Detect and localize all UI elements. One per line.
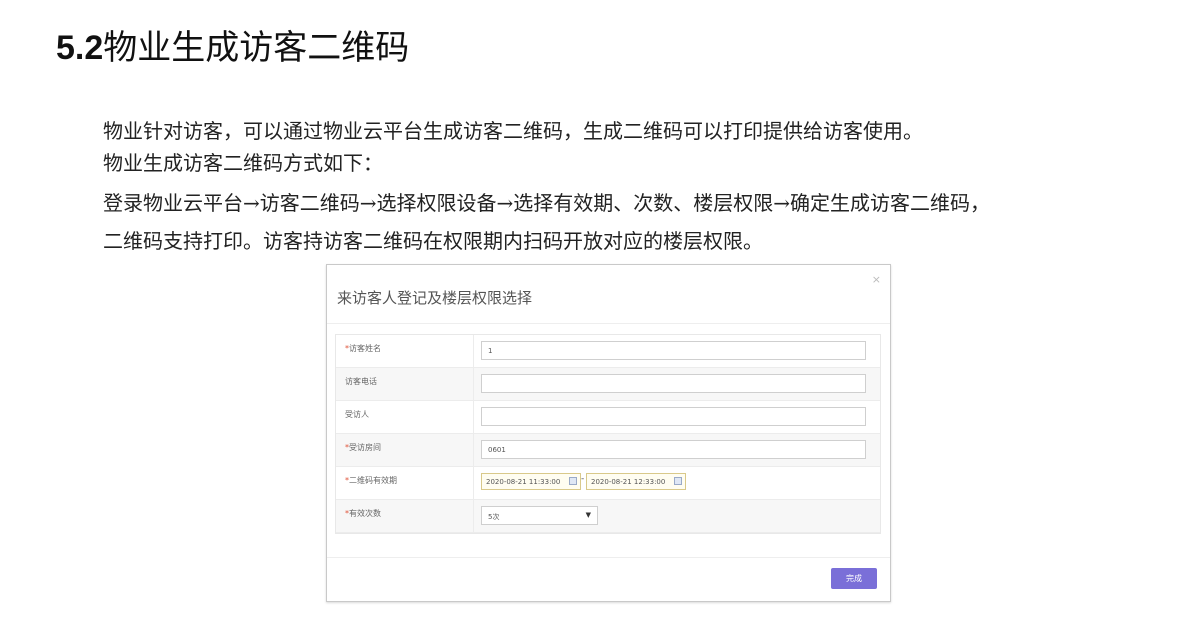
count-select[interactable]: 5次 ▼ <box>481 506 598 525</box>
field-label: 访客电话 <box>336 368 474 400</box>
field-label: *二维码有效期 <box>336 467 474 499</box>
close-icon[interactable]: × <box>872 273 881 286</box>
end-date-input[interactable]: 2020-08-21 12:33:00 <box>586 473 686 490</box>
field-label: 受访人 <box>336 401 474 433</box>
start-date-input[interactable]: 2020-08-21 11:33:00 <box>481 473 581 490</box>
room-input[interactable]: 0601 <box>481 440 866 459</box>
visitor-name-input[interactable]: 1 <box>481 341 866 360</box>
visitor-phone-input[interactable] <box>481 374 866 393</box>
done-button[interactable]: 完成 <box>831 568 877 589</box>
section-number: 5.2 <box>56 29 104 67</box>
calendar-icon[interactable] <box>674 477 682 485</box>
divider <box>327 557 890 558</box>
paragraph-3: 登录物业云平台→访客二维码→选择权限设备→选择有效期、次数、楼层权限→确定生成访… <box>103 191 991 215</box>
form-row-visitor-phone: 访客电话 <box>336 368 880 401</box>
form-row-room: *受访房间 0601 <box>336 434 880 467</box>
field-label: *有效次数 <box>336 500 474 532</box>
form-row-host: 受访人 <box>336 401 880 434</box>
visitor-form: *访客姓名 1 访客电话 受访人 *受访房间 0601 *二维码有效期 2020… <box>335 334 881 534</box>
visitor-registration-dialog: 来访客人登记及楼层权限选择 × *访客姓名 1 访客电话 受访人 *受访房间 0… <box>326 264 891 602</box>
calendar-icon[interactable] <box>569 477 577 485</box>
field-label: *受访房间 <box>336 434 474 466</box>
chevron-down-icon: ▼ <box>585 511 591 519</box>
paragraph-2: 物业生成访客二维码方式如下： <box>103 151 383 175</box>
form-row-count: *有效次数 5次 ▼ <box>336 500 880 533</box>
paragraph-1: 物业针对访客，可以通过物业云平台生成访客二维码，生成二维码可以打印提供给访客使用… <box>103 119 923 143</box>
field-label: *访客姓名 <box>336 335 474 367</box>
form-row-validity: *二维码有效期 2020-08-21 11:33:00 - 2020-08-21… <box>336 467 880 500</box>
divider <box>327 323 890 324</box>
section-title: 物业生成访客二维码 <box>103 28 410 68</box>
date-separator: - <box>581 474 585 484</box>
host-input[interactable] <box>481 407 866 426</box>
paragraph-4: 二维码支持打印。访客持访客二维码在权限期内扫码开放对应的楼层权限。 <box>103 229 763 253</box>
section-heading: 5.2物业生成访客二维码 <box>56 22 409 74</box>
form-row-visitor-name: *访客姓名 1 <box>336 335 880 368</box>
dialog-title: 来访客人登记及楼层权限选择 <box>337 289 533 307</box>
